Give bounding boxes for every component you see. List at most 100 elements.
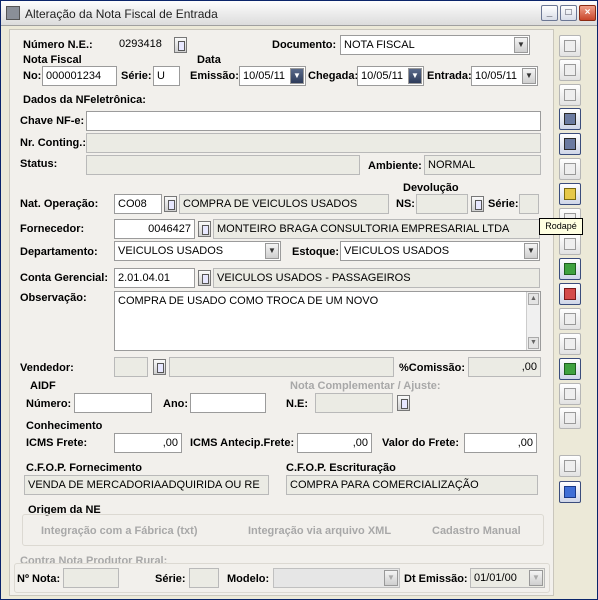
icms-antecip-field[interactable]: ,00 <box>297 433 372 453</box>
toolbar-edit-button[interactable] <box>559 108 581 130</box>
origem-option-xml[interactable]: Integração via arquivo XML <box>248 525 391 537</box>
vendedor-code[interactable] <box>114 357 148 377</box>
entrada-field[interactable]: 10/05/11 ▼ <box>471 66 538 86</box>
aidf-ano-field[interactable] <box>190 393 266 413</box>
toolbar-confirm-button[interactable] <box>559 358 581 380</box>
fornecedor-search-icon[interactable] <box>198 221 211 237</box>
emissao-label: Emissão: <box>190 70 239 82</box>
document-icon <box>564 89 576 101</box>
chevron-down-icon[interactable]: ▼ <box>529 570 543 586</box>
toolbar-gray-button-2[interactable] <box>559 333 581 355</box>
toolbar-layout-button[interactable] <box>559 35 581 57</box>
chave-label: Chave NF-e: <box>20 115 85 127</box>
nat-operacao-search-icon[interactable] <box>164 196 177 212</box>
departamento-value: VEICULOS USADOS <box>118 245 224 257</box>
nat-operacao-code[interactable]: CO08 <box>114 194 162 214</box>
toolbar-calculator-button[interactable] <box>559 455 581 477</box>
devolucao-serie-field[interactable] <box>519 194 539 214</box>
fornecedor-code[interactable]: 0046427 <box>114 219 195 239</box>
produtor-modelo-select[interactable]: ▼ <box>273 568 400 588</box>
conta-gerencial-label: Conta Gerencial: <box>20 272 109 284</box>
produtor-nota-field[interactable] <box>63 568 119 588</box>
cfop-fornecimento-label: C.F.O.P. Fornecimento <box>26 462 142 474</box>
entrada-label: Entrada: <box>427 70 472 82</box>
observacao-scrollbar[interactable]: ▲ ▼ <box>526 292 540 350</box>
tooltip: Rodapé <box>539 218 583 235</box>
observacao-textarea[interactable]: COMPRA DE USADO COMO TROCA DE UM NOVO ▲ … <box>114 291 541 351</box>
toolbar-disabled-button-2[interactable] <box>559 233 581 255</box>
chegada-label: Chegada: <box>308 70 359 82</box>
scroll-up-icon[interactable]: ▲ <box>528 293 539 305</box>
chevron-down-icon[interactable]: ▼ <box>384 570 398 586</box>
chave-field[interactable] <box>86 111 541 131</box>
estoque-value: VEICULOS USADOS <box>344 245 450 257</box>
estoque-select[interactable]: VEICULOS USADOS ▼ <box>340 241 540 261</box>
toolbar-lightning-button[interactable] <box>559 158 581 180</box>
aidf-numero-label: Número: <box>26 398 72 410</box>
toolbar-footer-button[interactable] <box>559 183 581 205</box>
chevron-down-icon[interactable]: ▼ <box>265 243 279 259</box>
produtor-serie-field[interactable] <box>189 568 219 588</box>
origem-option-manual[interactable]: Cadastro Manual <box>432 525 521 537</box>
toolbar-document-button[interactable] <box>559 84 581 106</box>
scroll-down-icon[interactable]: ▼ <box>528 337 539 349</box>
valor-frete-field[interactable]: ,00 <box>464 433 537 453</box>
departamento-select[interactable]: VEICULOS USADOS ▼ <box>114 241 281 261</box>
close-button[interactable]: × <box>579 5 596 21</box>
conta-gerencial-desc: VEICULOS USADOS - PASSAGEIROS <box>213 268 540 288</box>
vendedor-search-icon[interactable] <box>153 359 166 375</box>
vendedor-name <box>169 357 394 377</box>
conta-gerencial-code[interactable]: 2.01.04.01 <box>114 268 195 288</box>
chegada-value: 10/05/11 <box>361 70 404 82</box>
numero-ne-search-icon[interactable] <box>174 37 187 53</box>
conta-gerencial-search-icon[interactable] <box>198 270 211 286</box>
data-label: Data <box>197 54 221 66</box>
toolbar-exit-button[interactable] <box>559 481 581 503</box>
toolbar-hand-button[interactable] <box>559 383 581 405</box>
chevron-down-icon[interactable]: ▼ <box>524 243 538 259</box>
numero-ne-label: Número N.E.: <box>23 39 93 51</box>
contingencia-label: Nr. Conting.: <box>20 137 86 149</box>
complementar-title: Nota Complementar / Ajuste: <box>290 380 441 392</box>
emissao-field[interactable]: 10/05/11 ▼ <box>239 66 306 86</box>
toolbar-red-button[interactable] <box>559 283 581 305</box>
complementar-ne-field[interactable] <box>315 393 393 413</box>
maximize-button[interactable]: □ <box>560 5 577 21</box>
icms-frete-field[interactable]: ,00 <box>114 433 182 453</box>
chevron-down-icon[interactable]: ▼ <box>514 37 528 53</box>
toolbar-lines-button[interactable] <box>559 133 581 155</box>
cfop-escrituracao-field: COMPRA PARA COMERCIALIZAÇÃO <box>286 475 538 495</box>
serie-field[interactable]: U <box>153 66 180 86</box>
comissao-field[interactable]: ,00 <box>468 357 541 377</box>
cfop-fornecimento-field: VENDA DE MERCADORIAADQUIRIDA OU RE <box>24 475 269 495</box>
edit-icon <box>564 113 576 125</box>
truck-icon <box>564 263 576 275</box>
main-window: Alteração da Nota Fiscal de Entrada _ □ … <box>0 0 598 600</box>
origem-option-fabrica[interactable]: Integração com a Fábrica (txt) <box>41 525 198 537</box>
complementar-search-icon[interactable] <box>397 395 410 411</box>
calendar-dropdown-icon[interactable]: ▼ <box>290 68 304 84</box>
calendar-dropdown-icon[interactable]: ▼ <box>522 68 536 84</box>
ns-search-icon[interactable] <box>471 196 484 212</box>
produtor-dt-field[interactable]: 01/01/00 ▼ <box>470 568 545 588</box>
ns-field[interactable] <box>416 194 468 214</box>
comissao-label: %Comissão: <box>399 362 466 374</box>
toolbar-green-button[interactable] <box>559 258 581 280</box>
icms-frete-label: ICMS Frete: <box>26 437 88 449</box>
phone-icon <box>564 412 576 424</box>
blank-icon <box>564 238 576 250</box>
documento-select[interactable]: NOTA FISCAL ▼ <box>340 35 530 55</box>
emissao-value: 10/05/11 <box>243 70 286 82</box>
toolbar-list-button[interactable] <box>559 59 581 81</box>
status-label: Status: <box>20 158 58 170</box>
contingencia-field[interactable] <box>86 133 541 153</box>
calendar-dropdown-icon[interactable]: ▼ <box>408 68 422 84</box>
toolbar-phone-button[interactable] <box>559 407 581 429</box>
aidf-numero-field[interactable] <box>74 393 152 413</box>
toolbar-gray-button[interactable] <box>559 308 581 330</box>
chegada-field[interactable]: 10/05/11 ▼ <box>357 66 424 86</box>
minimize-button[interactable]: _ <box>541 5 558 21</box>
no-field[interactable]: 000001234 <box>42 66 117 86</box>
app-icon <box>6 6 20 20</box>
fornecedor-name: MONTEIRO BRAGA CONSULTORIA EMPRESARIAL L… <box>213 219 540 239</box>
